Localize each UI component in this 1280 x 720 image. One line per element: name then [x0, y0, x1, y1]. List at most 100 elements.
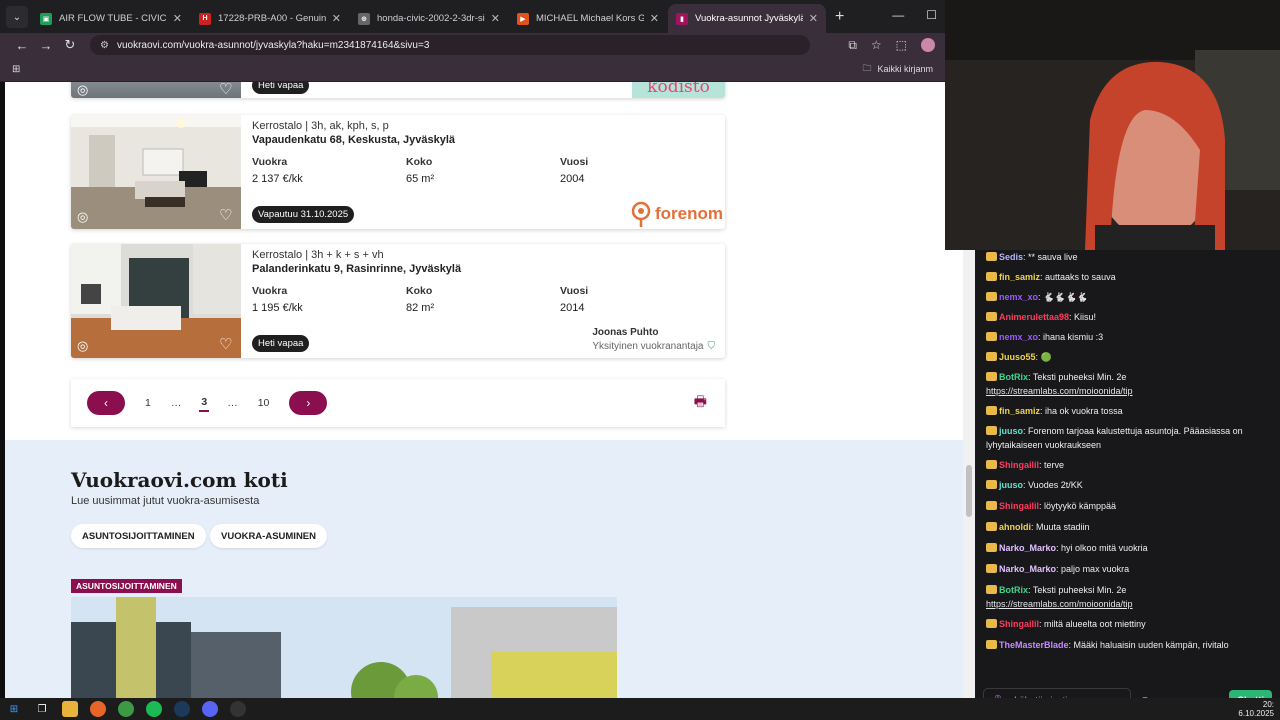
tab-close-icon[interactable]: ✕ — [491, 12, 500, 25]
apartment-photo — [71, 244, 241, 358]
bookmarks-bar: ⊞ 🗀 Kaikki kirjanm — [0, 57, 945, 82]
chat-text: ** sauva live — [1028, 252, 1078, 262]
chat-username[interactable]: Sedis — [999, 252, 1023, 262]
prev-page-button[interactable]: ‹ — [87, 391, 125, 415]
listing-address[interactable]: Palanderinkatu 9, Rasinrinne, Jyväskylä — [252, 263, 715, 275]
tab-search-dropdown-icon[interactable]: ⌄ — [6, 6, 28, 28]
chat-username[interactable]: ahnoldi — [999, 522, 1031, 532]
maximize-icon[interactable]: ☐ — [926, 8, 937, 22]
listing-card[interactable]: ◎ ♡ Kerrostalo | 3h + k + s + vh Palande… — [71, 244, 725, 358]
new-tab-plus-icon[interactable]: + — [835, 8, 844, 26]
page-number[interactable]: 3 — [199, 394, 210, 412]
reload-icon[interactable]: ↻ — [58, 37, 82, 53]
system-clock[interactable]: 20: 6.10.2025 — [1238, 700, 1274, 718]
favorite-heart-icon[interactable]: ♡ — [219, 82, 232, 98]
chat-username[interactable]: nemx_xo — [999, 292, 1038, 302]
browser-tab-bar: ⌄ ▣ AIR FLOW TUBE - CIVIC 2002 (2 ✕ H 17228-… — [0, 0, 945, 33]
chat-username[interactable]: Shingailil — [999, 460, 1039, 470]
chat-link[interactable]: https://streamlabs.com/moioonida/tip — [986, 599, 1133, 609]
browser-tab[interactable]: ▮ Vuokra-asunnot Jyväskylä: 280 ✕ — [668, 4, 826, 33]
browser-tab[interactable]: ▣ AIR FLOW TUBE - CIVIC 2002 (2 ✕ — [32, 4, 190, 33]
tab-strip: ▣ AIR FLOW TUBE - CIVIC 2002 (2 ✕ H 17228-PR… — [32, 4, 827, 33]
chat-username[interactable]: Shingailil — [999, 501, 1039, 511]
apps-grid-icon[interactable]: ⊞ — [12, 64, 20, 75]
page-ellipsis: … — [227, 397, 238, 409]
tab-close-icon[interactable]: ✕ — [173, 12, 182, 25]
task-view-icon[interactable]: ❐ — [34, 701, 50, 717]
windows-start-icon[interactable]: ⊞ — [6, 701, 22, 717]
tab-close-icon[interactable]: ✕ — [650, 12, 659, 25]
listing-photo[interactable]: ◎ ♡ — [71, 244, 241, 358]
listing-type: Kerrostalo | 3h + k + s + vh — [252, 249, 384, 261]
discord-icon[interactable] — [202, 701, 218, 717]
chat-username[interactable]: BotRix — [999, 585, 1028, 595]
chat-link[interactable]: https://streamlabs.com/moioonida/tip — [986, 386, 1133, 396]
rent-label: Vuokra — [252, 156, 288, 168]
tab-close-icon[interactable]: ✕ — [809, 12, 818, 25]
minimize-icon[interactable]: — — [892, 8, 904, 22]
chat-username[interactable]: Animerulettaa98 — [999, 312, 1069, 322]
scrollbar-thumb[interactable] — [966, 465, 972, 517]
next-page-button[interactable]: › — [289, 391, 328, 415]
windows-taskbar: ⊞ ❐ 20: 6.10.2025 — [0, 698, 1280, 720]
site-info-icon[interactable]: ⚙ — [100, 40, 109, 51]
steam-icon[interactable] — [174, 701, 190, 717]
badge-icon — [986, 406, 997, 415]
chat-username[interactable]: Juuso55 — [999, 352, 1036, 362]
article-image[interactable] — [71, 597, 617, 698]
badge-icon — [986, 332, 997, 341]
tab-close-icon[interactable]: ✕ — [332, 12, 341, 25]
browser-tab[interactable]: ▶ MICHAEL Michael Kors GEORGI ✕ — [509, 4, 667, 33]
chat-text: iha ok vuokra tossa — [1045, 406, 1123, 416]
obs-icon[interactable] — [230, 701, 246, 717]
browser-tab[interactable]: ⊕ honda-civic-2002-2-3dr-si-ka_h ✕ — [350, 4, 508, 33]
blog-subtitle: Lue uusimmat jutut vuokra-asumisesta — [71, 495, 260, 507]
chat-username[interactable]: fin_samiz — [999, 406, 1040, 416]
chat-username[interactable]: BotRix — [999, 372, 1028, 382]
profile-avatar[interactable] — [921, 38, 935, 52]
chat-text: löytyykö kämppää — [1044, 501, 1117, 511]
page-number[interactable]: 1 — [143, 395, 153, 411]
chat-username[interactable]: juuso — [999, 480, 1023, 490]
chat-username[interactable]: fin_samiz — [999, 272, 1040, 282]
webcam-feed — [945, 0, 1280, 250]
chat-message: juuso: Forenom tarjoaa kalustettuja asun… — [986, 426, 1243, 450]
spotify-icon[interactable] — [146, 701, 162, 717]
print-icon[interactable]: 🖶 — [694, 391, 707, 415]
hide-eye-icon[interactable]: ◎ — [77, 338, 95, 353]
favorite-heart-icon[interactable]: ♡ — [219, 206, 232, 224]
listing-photo[interactable]: ◎ ♡ — [71, 82, 241, 98]
chat-text: paljo max vuokra — [1061, 564, 1130, 574]
hide-eye-icon[interactable]: ◎ — [77, 209, 95, 224]
listing-card[interactable]: ◎ ♡ Heti vapaa kodisto — [71, 82, 725, 98]
firefox-icon[interactable] — [90, 701, 106, 717]
blog-section: Vuokraovi.com koti Lue uusimmat jutut vu… — [5, 440, 963, 698]
cast-icon[interactable]: ⧉ — [848, 38, 857, 53]
hide-eye-icon[interactable]: ◎ — [77, 82, 95, 97]
category-pill-renting[interactable]: VUOKRA-ASUMINEN — [210, 524, 327, 548]
category-pill-investing[interactable]: ASUNTOSIJOITTAMINEN — [71, 524, 206, 548]
extensions-icon[interactable]: ⬚ — [896, 38, 907, 52]
listing-card[interactable]: ◎ ♡ Kerrostalo | 3h, ak, kph, s, p Vapau… — [71, 115, 725, 229]
chat-username[interactable]: Narko_Marko — [999, 543, 1056, 553]
chat-username[interactable]: juuso — [999, 426, 1023, 436]
chat-username[interactable]: nemx_xo — [999, 332, 1038, 342]
chat-username[interactable]: Narko_Marko — [999, 564, 1056, 574]
forward-arrow-icon[interactable]: → — [34, 38, 58, 53]
chat-username[interactable]: Shingailil — [999, 619, 1039, 629]
chat-username[interactable]: TheMasterBlade — [999, 640, 1069, 650]
browser-tab[interactable]: H 17228-PRB-A00 - Genuine Hon ✕ — [191, 4, 349, 33]
listing-photo[interactable]: ◎ ♡ — [71, 115, 241, 229]
badge-icon — [986, 372, 997, 381]
url-bar[interactable]: ⚙ vuokraovi.com/vuokra-asunnot/jyvaskyla… — [90, 35, 810, 55]
all-bookmarks[interactable]: 🗀 Kaikki kirjanm — [862, 61, 933, 77]
badge-icon — [986, 292, 997, 301]
chrome-icon[interactable] — [118, 701, 134, 717]
listing-address[interactable]: Vapaudenkatu 68, Keskusta, Jyväskylä — [252, 134, 715, 146]
page-number[interactable]: 10 — [256, 395, 272, 411]
availability-badge: Heti vapaa — [252, 335, 310, 352]
file-explorer-icon[interactable] — [62, 701, 78, 717]
back-arrow-icon[interactable]: ← — [10, 38, 34, 53]
favorite-heart-icon[interactable]: ♡ — [219, 335, 232, 353]
bookmark-star-icon[interactable]: ☆ — [871, 38, 882, 52]
